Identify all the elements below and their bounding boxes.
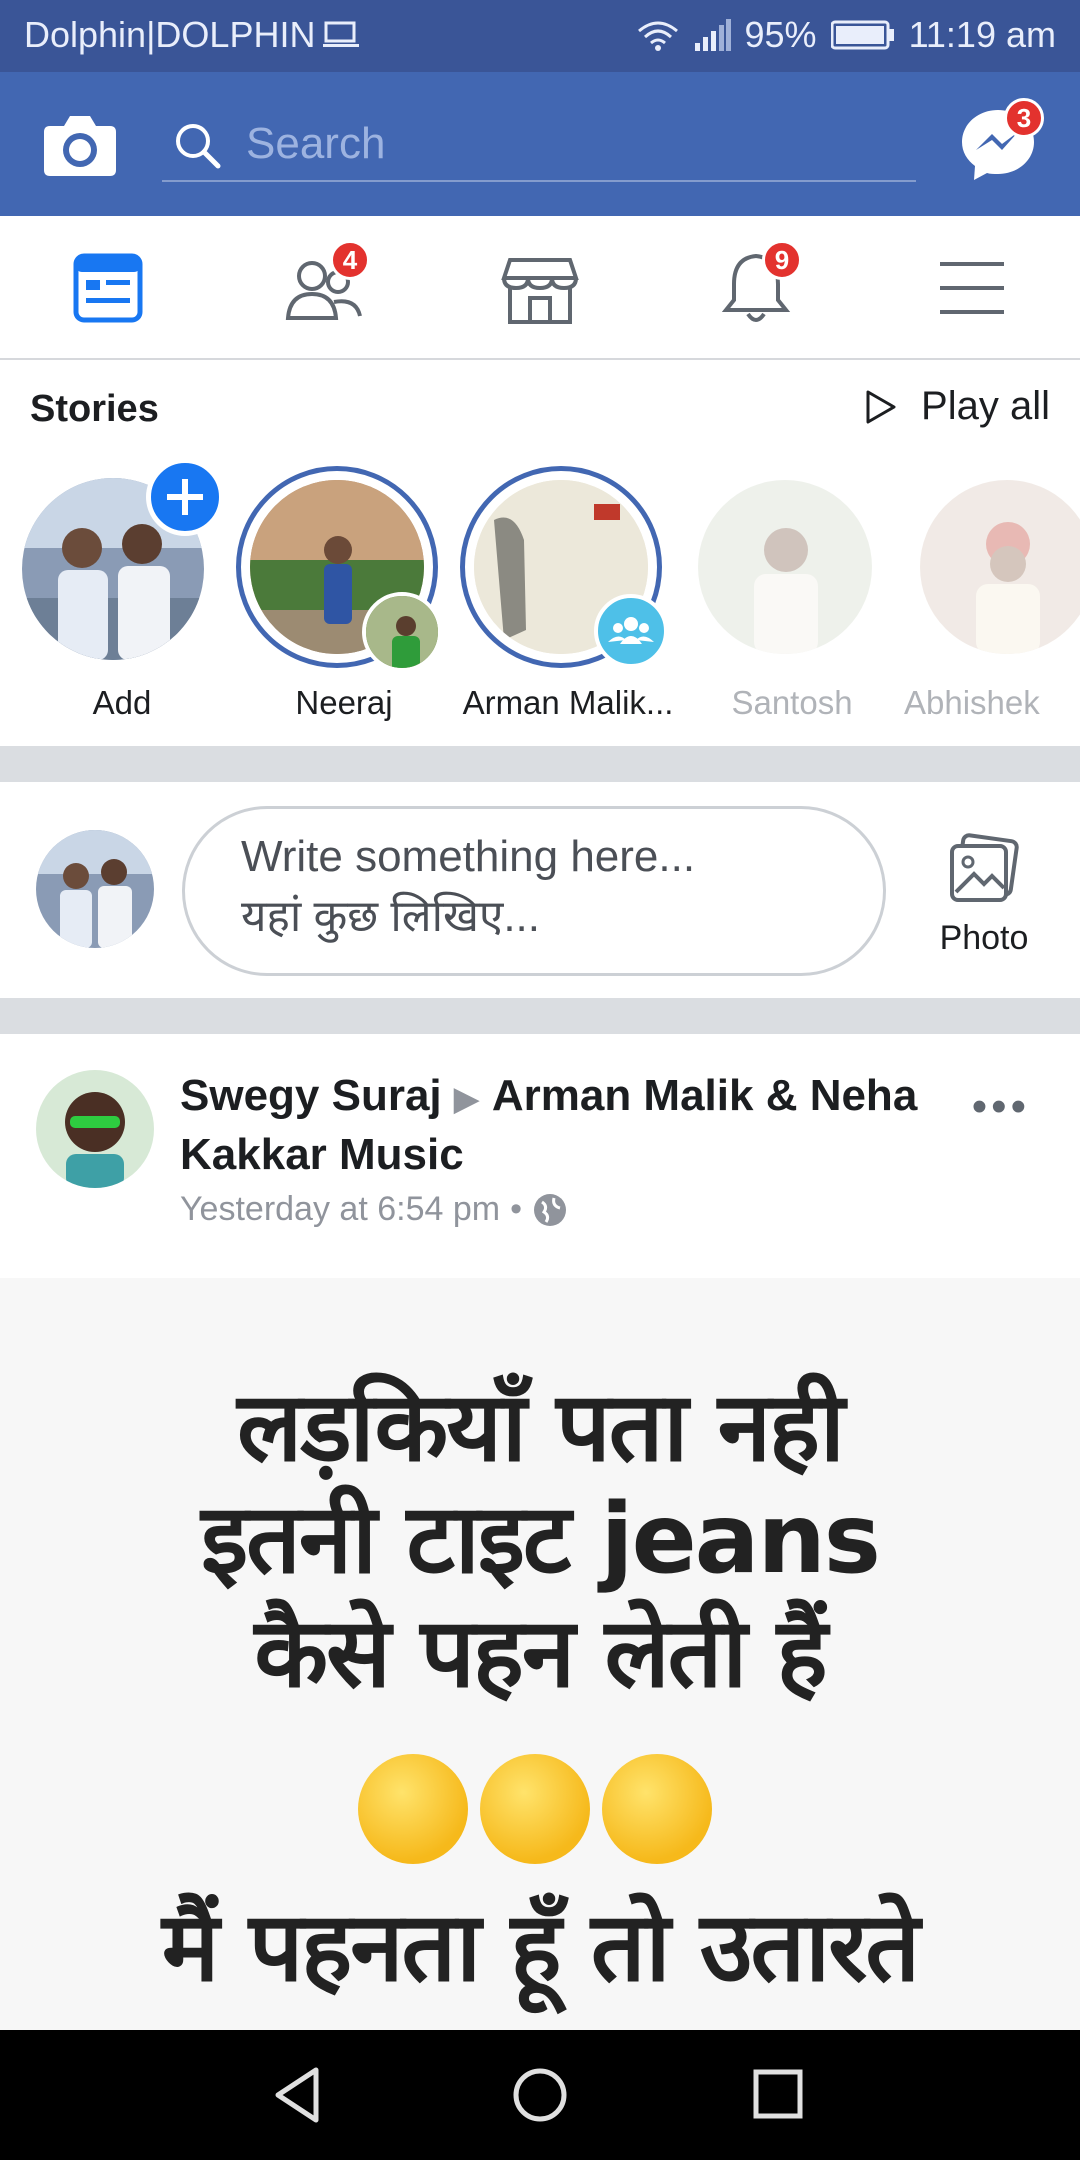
story-santosh[interactable]: Santosh: [682, 462, 882, 722]
status-placeholder-english: Write something here...: [241, 832, 696, 881]
messenger-button[interactable]: 3: [958, 98, 1044, 184]
meta-dot: •: [510, 1190, 522, 1228]
clock: 11:19 am: [908, 14, 1056, 55]
stories-title: Stories: [30, 388, 159, 430]
story-avatar: [920, 480, 1080, 654]
play-icon: [866, 390, 896, 423]
thinking-face-emoji: [358, 1754, 468, 1864]
post-author[interactable]: Swegy Suraj: [180, 1071, 442, 1120]
story-add[interactable]: Add: [12, 458, 224, 722]
person-photo: [366, 596, 438, 668]
carrier-info: Dolphin|DOLPHIN: [24, 14, 360, 56]
globe-icon: [533, 1193, 566, 1226]
camera-button[interactable]: [42, 108, 118, 180]
story-abhishek[interactable]: Abhishek: [904, 462, 1080, 722]
thinking-emoji-row: [358, 1754, 738, 1870]
user-avatar[interactable]: [36, 830, 154, 948]
status-icons: 95% 11:19 am: [635, 14, 1056, 56]
story-name: Santosh: [731, 684, 853, 721]
person-photo: [920, 480, 1080, 654]
system-nav-bar: [0, 2030, 1080, 2160]
tab-news-feed[interactable]: [60, 246, 156, 330]
section-divider: [0, 746, 1080, 782]
screen-cast-icon: [323, 21, 360, 47]
meme-text-line: इतनी टाइट jeans: [201, 1483, 881, 1595]
play-all-button[interactable]: Play all: [865, 384, 1050, 429]
search-icon: [176, 124, 221, 169]
friends-badge: 4: [330, 240, 370, 280]
messenger-badge: 3: [1004, 98, 1044, 138]
photo-label: Photo: [939, 919, 1029, 957]
story-arman-malik[interactable]: Arman Malik...: [458, 462, 673, 722]
battery-percent: 95%: [744, 14, 817, 55]
author-photo: [36, 1070, 154, 1188]
story-name: Abhishek: [904, 684, 1040, 721]
tab-marketplace[interactable]: [492, 246, 588, 330]
section-divider: [0, 998, 1080, 1034]
thinking-face-emoji: [480, 1754, 590, 1864]
home-icon[interactable]: [507, 2062, 573, 2128]
marketplace-icon: [501, 258, 579, 324]
photo-icon: [950, 833, 1019, 902]
tab-notifications[interactable]: 9: [708, 240, 804, 330]
post-options-button[interactable]: •••: [972, 1082, 1030, 1132]
feed-post: Swegy Suraj ▶ Arman Malik & Neha Kakkar Mu…: [0, 1034, 1080, 2030]
add-story-button[interactable]: [146, 458, 224, 536]
meme-text-line: समय: [0, 1990, 1080, 2030]
group-badge: [594, 594, 668, 668]
group-icon: [608, 617, 654, 644]
status-input[interactable]: Write something here... यहां कुछ लिखिए..…: [182, 806, 886, 976]
post-composer: Write something here... यहां कुछ लिखिए..…: [0, 782, 1080, 996]
search-bar[interactable]: [162, 108, 916, 182]
status-bar: Dolphin|DOLPHIN 95% 11:19 am: [0, 0, 1080, 72]
tab-menu[interactable]: [924, 246, 1020, 330]
search-input[interactable]: [246, 114, 886, 174]
carrier-label: Dolphin|DOLPHIN: [24, 14, 316, 55]
arrow-icon: ▶: [453, 1080, 480, 1118]
story-name: Neeraj: [295, 684, 393, 721]
story-name: Arman Malik...: [462, 684, 674, 721]
battery-icon: [830, 20, 894, 50]
tab-friends[interactable]: 4: [276, 240, 372, 330]
recents-icon[interactable]: [746, 2062, 812, 2128]
story-avatar: [698, 480, 872, 654]
notifications-badge: 9: [762, 240, 802, 280]
thinking-face-emoji: [602, 1754, 712, 1864]
camera-icon: [44, 116, 116, 176]
main-tabs: 4 9: [0, 216, 1080, 360]
story-neeraj[interactable]: Neeraj: [234, 462, 442, 722]
plus-icon: [167, 479, 203, 515]
wifi-icon: [637, 21, 678, 51]
story-small-avatar: [362, 592, 442, 672]
stories-section: Stories Play all Add Neeraj Arman Malik.…: [0, 362, 1080, 744]
meme-text-line: कैसे पहन लेती हैं: [254, 1597, 827, 1709]
menu-icon: [940, 262, 1004, 314]
post-image[interactable]: लड़कियाँ पता नही इतनी टाइट jeans कैसे पह…: [0, 1278, 1080, 2030]
app-header: 3: [0, 72, 1080, 216]
friends-photo: [36, 830, 154, 948]
news-feed-icon: [73, 253, 143, 323]
facebook-app-screen: Dolphin|DOLPHIN 95% 11:19 am Search 3 4 …: [0, 0, 1080, 2160]
back-icon[interactable]: [266, 2062, 332, 2128]
post-header: Swegy Suraj ▶ Arman Malik & Neha Kakkar Mu…: [180, 1068, 940, 1183]
play-all-label: Play all: [921, 384, 1050, 428]
photo-button[interactable]: Photo: [922, 830, 1046, 970]
post-meta: Yesterday at 6:54 pm •: [180, 1190, 568, 1229]
post-time[interactable]: Yesterday at 6:54 pm: [180, 1190, 500, 1229]
person-photo: [698, 480, 872, 654]
author-avatar[interactable]: [36, 1070, 154, 1188]
status-placeholder-hindi: यहां कुछ लिखिए...: [241, 892, 540, 941]
signal-icon: [694, 19, 731, 51]
